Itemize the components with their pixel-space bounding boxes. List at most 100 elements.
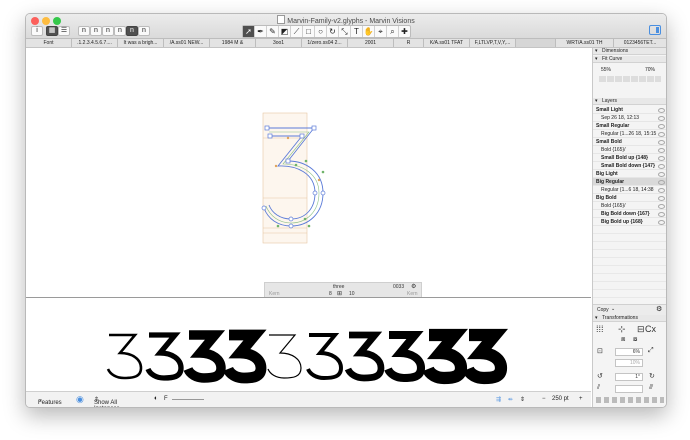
gear-icon[interactable]: ⚙ [411,283,416,290]
glyph-view-6[interactable]: n [138,26,150,36]
cx-label[interactable]: Cx [645,324,656,334]
layer-row-selected[interactable]: Big Regular [593,178,666,186]
color-wheel-icon[interactable]: ◐ [154,395,158,402]
layer-row[interactable]: Small Bold up {148} [593,154,666,162]
eye-icon[interactable]: ◉ [76,394,84,405]
preview-glyph[interactable] [344,331,385,382]
reference-point-grid-icon[interactable]: ⁞⁞⁞ [596,324,604,334]
ellipse-tool[interactable]: ○ [315,26,327,37]
rotate-ccw-icon[interactable]: ↺ [597,372,603,380]
glyph-view-2[interactable]: n [90,26,102,36]
slant-field[interactable] [615,385,643,393]
eraser-tool[interactable]: ◩ [279,26,291,37]
eye-icon[interactable] [658,204,665,209]
size-slider[interactable] [172,399,204,400]
flip-horizontal-icon[interactable]: ⧈ [621,336,625,344]
layer-row[interactable]: Big Light [593,170,666,178]
zoom-value[interactable]: 250 pt [552,396,569,402]
align-horizontal-icon[interactable]: ⊹ [618,324,626,335]
transformations-header[interactable]: Transformations [593,315,666,322]
layer-row[interactable]: Regular {1...26 18, 15:15 [593,130,666,138]
align-vertical-icon[interactable]: ⊟ [637,324,645,335]
ltr-icon[interactable]: ⇶ [496,396,501,403]
link-metrics-icon[interactable]: ⊞ [337,290,342,297]
fit-curve-buttons[interactable] [599,76,661,82]
eye-icon[interactable] [658,140,665,145]
preview-glyph[interactable] [183,330,226,383]
rectangle-tool[interactable]: □ [303,26,315,37]
slant-right-icon[interactable]: ⫻ [649,384,653,392]
preview-glyph[interactable] [422,328,469,385]
tab-3[interactable]: It was a brigh... [118,39,164,47]
scale-up-icon[interactable]: ⤢ [648,347,654,355]
instances-dropdown[interactable]: Show All Instances ⇕ [94,396,120,407]
lock-icon[interactable]: ⊡ [597,347,603,355]
eye-icon[interactable] [658,172,665,177]
eye-icon[interactable] [658,188,665,193]
eye-icon[interactable] [658,156,665,161]
eye-icon[interactable] [658,124,665,129]
scale-field-vertical[interactable]: 10% [615,359,643,367]
eye-icon[interactable] [658,116,665,121]
glyph-view-1[interactable]: n [78,26,90,36]
glyph-outline[interactable] [26,48,591,296]
eye-icon[interactable] [658,196,665,201]
preview-glyph[interactable] [462,328,509,385]
tab-11[interactable]: F,LTLVP,T,V,Y,... [470,39,516,47]
layer-row[interactable]: Big Bold down {167} [593,210,666,218]
eye-icon[interactable] [658,132,665,137]
glyph-view-4[interactable]: n [114,26,126,36]
list-view-button[interactable]: ☰ [58,26,70,36]
layer-row[interactable]: Small Regular [593,122,666,130]
fit-min-value[interactable]: 55% [601,67,611,73]
rotate-cw-icon[interactable]: ↻ [649,372,655,380]
layer-row[interactable]: Bold {165}/ [593,146,666,154]
flip-vertical-icon[interactable]: ⧇ [633,336,637,344]
eye-icon[interactable] [658,108,665,113]
layers-header[interactable]: Layers [593,98,666,105]
features-dropdown[interactable]: Features ⌄ [38,396,62,406]
glyph-view-3[interactable]: n [102,26,114,36]
tab-2[interactable]: .1.2.3.4.5.6.7.... [72,39,118,47]
pencil-tool[interactable]: ✎ [267,26,279,37]
zoom-tool[interactable]: ⌕ [387,26,399,37]
info-button[interactable]: i [31,26,43,36]
fit-max-value[interactable]: 70% [645,67,655,73]
knife-tool[interactable]: ⟋ [291,26,303,37]
rotate-tool[interactable]: ↻ [327,26,339,37]
zoom-out-icon[interactable]: − [542,396,546,402]
scale-tool[interactable]: ⤡ [339,26,351,37]
layer-row[interactable]: Regular {1...6 18, 14:38 [593,186,666,194]
layer-row[interactable]: Small Bold [593,138,666,146]
preview-glyph[interactable] [267,334,302,379]
tab-font[interactable]: Font [26,39,72,47]
tab-9[interactable]: R [394,39,424,47]
glyph-view-5[interactable]: n [126,26,138,36]
layer-row[interactable]: Small Bold down {147} [593,162,666,170]
tab-13[interactable]: WRT/A.ss01 TH [556,39,614,47]
layer-row[interactable]: Small Light [593,106,666,114]
select-tool[interactable]: ➚ [243,26,255,37]
tab-12[interactable] [516,39,556,47]
tab-7[interactable]: 1/zero.ss04 2... [302,39,348,47]
measure-tool[interactable]: ⌖ [375,26,387,37]
eye-icon[interactable] [658,164,665,169]
unicode-label[interactable]: 0033 [393,284,404,290]
preview-glyph[interactable] [222,329,267,384]
zoom-in-icon[interactable]: + [579,396,583,402]
layer-row[interactable]: Bold {165}/ [593,202,666,210]
preview-glyph[interactable] [145,332,184,381]
grid-view-button[interactable]: ▦ [46,26,58,36]
tab-14[interactable]: 0123456TET... [614,39,666,47]
eye-icon[interactable] [658,148,665,153]
pen-tool[interactable]: ✒ [255,26,267,37]
rotate-field[interactable]: 1° [615,373,643,381]
copy-button[interactable]: Copy [597,307,609,313]
layer-row[interactable]: Sep 26 18, 12:13 [593,114,666,122]
text-tool[interactable]: T [351,26,363,37]
copy-dropdown-icon[interactable]: ⌄ [611,306,615,312]
f-label[interactable]: F [164,396,168,402]
preview-glyph[interactable] [306,333,343,380]
fit-curve-header[interactable]: Fit Curve [593,56,666,63]
eye-icon[interactable] [658,220,665,225]
